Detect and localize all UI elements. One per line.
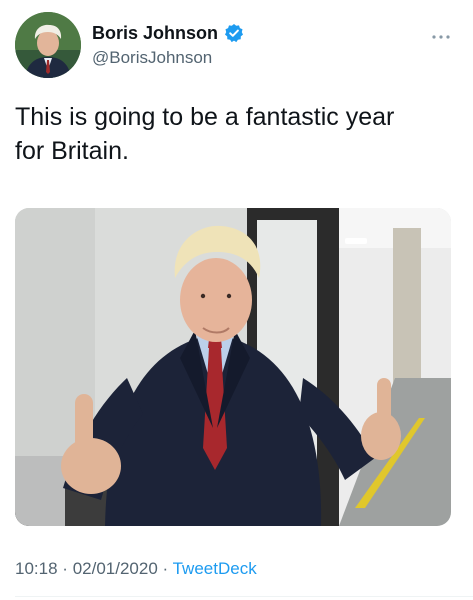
tweet-meta: 10:18 · 02/01/2020 · TweetDeck <box>15 559 257 579</box>
tweet-text-line-1: This is going to be a fantastic year <box>15 103 395 131</box>
more-options-icon[interactable] <box>431 28 451 39</box>
display-name[interactable]: Boris Johnson <box>92 23 218 44</box>
avatar[interactable] <box>15 12 81 78</box>
tweet-photo[interactable] <box>15 208 451 526</box>
verified-badge-icon <box>224 23 244 43</box>
tweet-text: This is going to be a fantastic year for … <box>15 100 435 168</box>
photo-illustration <box>15 208 451 526</box>
avatar-image <box>15 12 81 78</box>
meta-separator: · <box>62 559 68 578</box>
meta-separator-2: · <box>162 559 169 578</box>
user-handle[interactable]: @BorisJohnson <box>92 48 244 68</box>
tweet-time[interactable]: 10:18 <box>15 559 58 578</box>
tweet-text-line-2: for Britain. <box>15 137 129 165</box>
user-info: Boris Johnson @BorisJohnson <box>92 22 244 68</box>
display-name-row: Boris Johnson <box>92 22 244 44</box>
tweet-source-link[interactable]: TweetDeck <box>173 559 257 578</box>
divider <box>15 596 473 597</box>
tweet-date[interactable]: 02/01/2020 <box>73 559 158 578</box>
tweet-card: Boris Johnson @BorisJohnson This is goin… <box>0 0 473 600</box>
